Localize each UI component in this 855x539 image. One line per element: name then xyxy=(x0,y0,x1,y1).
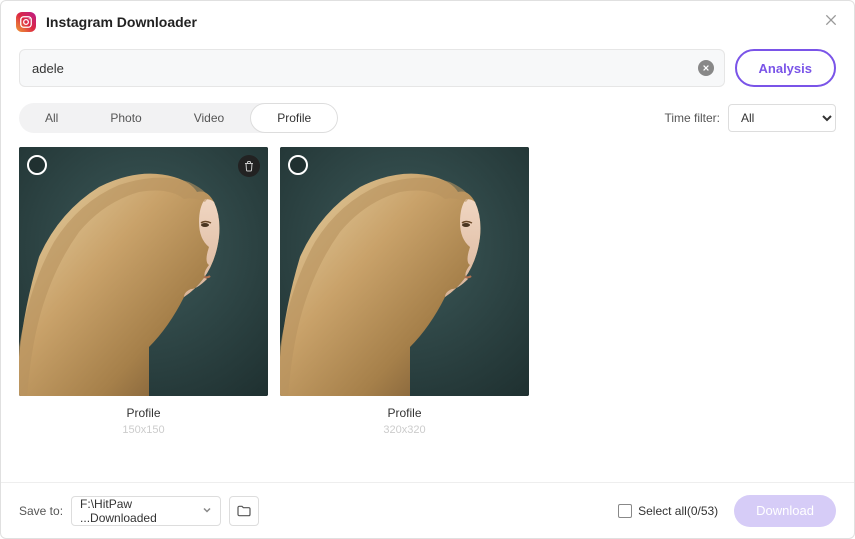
chevron-down-icon xyxy=(202,504,212,518)
result-label: Profile xyxy=(387,406,421,420)
tab-profile[interactable]: Profile xyxy=(250,103,338,133)
titlebar: Instagram Downloader xyxy=(1,1,854,43)
result-thumbnail[interactable] xyxy=(280,147,529,396)
tab-video[interactable]: Video xyxy=(168,103,250,133)
app-title: Instagram Downloader xyxy=(46,14,197,30)
select-checkbox[interactable] xyxy=(27,155,47,175)
footer: Save to: F:\HitPaw ...Downloaded Select … xyxy=(1,482,854,538)
results-grid: Profile 150x150 Profile 320x320 xyxy=(1,147,854,482)
save-to-label: Save to: xyxy=(19,504,63,518)
checkbox-box xyxy=(618,504,632,518)
time-filter-label: Time filter: xyxy=(664,111,720,125)
time-filter-select[interactable]: All xyxy=(728,104,836,132)
select-all-checkbox[interactable]: Select all(0/53) xyxy=(618,504,718,518)
result-size: 320x320 xyxy=(383,424,425,436)
save-path-value: F:\HitPaw ...Downloaded xyxy=(80,497,196,525)
result-card: Profile 150x150 xyxy=(19,147,268,482)
tab-all[interactable]: All xyxy=(19,103,84,133)
instagram-logo-icon xyxy=(16,12,36,32)
tab-photo[interactable]: Photo xyxy=(84,103,167,133)
close-icon[interactable] xyxy=(823,12,839,33)
search-row: Analysis xyxy=(1,43,854,97)
result-thumbnail[interactable] xyxy=(19,147,268,396)
select-checkbox[interactable] xyxy=(288,155,308,175)
time-filter: Time filter: All xyxy=(664,104,836,132)
filter-row: All Photo Video Profile Time filter: All xyxy=(1,97,854,147)
search-input[interactable] xyxy=(32,61,688,76)
tabs: All Photo Video Profile xyxy=(19,103,338,133)
search-box xyxy=(19,49,725,87)
app-window: Instagram Downloader Analysis All Photo … xyxy=(0,0,855,539)
analysis-button[interactable]: Analysis xyxy=(735,49,836,87)
trash-icon[interactable] xyxy=(238,155,260,177)
result-label: Profile xyxy=(126,406,160,420)
select-all-label: Select all(0/53) xyxy=(638,504,718,518)
save-path-select[interactable]: F:\HitPaw ...Downloaded xyxy=(71,496,221,526)
folder-icon[interactable] xyxy=(229,496,259,526)
clear-icon[interactable] xyxy=(698,60,714,76)
result-card: Profile 320x320 xyxy=(280,147,529,482)
result-size: 150x150 xyxy=(122,424,164,436)
download-button[interactable]: Download xyxy=(734,495,836,527)
